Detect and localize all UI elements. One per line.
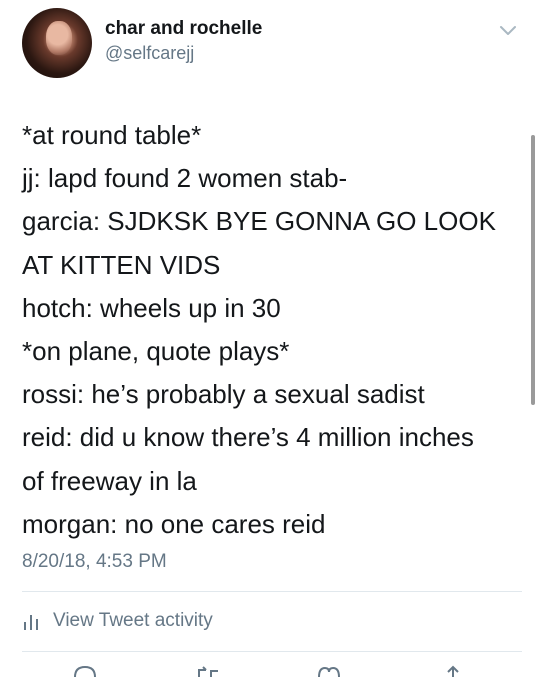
tweet-line: morgan: no one cares reid [22, 508, 326, 539]
tweet-timestamp[interactable]: 8/20/18, 4:53 PM [22, 551, 167, 573]
tweet-actions [0, 660, 540, 677]
bar-chart-icon [24, 615, 38, 630]
avatar-face [46, 21, 72, 55]
tweet-line: of freeway in la [22, 465, 197, 496]
tweet-line: *on plane, quote plays* [22, 336, 290, 367]
tweet-line: AT KITTEN VIDS [22, 249, 221, 280]
view-tweet-activity-label: View Tweet activity [53, 610, 213, 631]
scrollbar[interactable] [531, 135, 535, 405]
view-tweet-activity-link[interactable]: View Tweet activity [22, 607, 213, 635]
tweet-line: reid: did u know there’s 4 million inche… [22, 422, 474, 453]
tweet-line: garcia: SJDKSK BYE GONNA GO LOOK [22, 206, 496, 237]
author-handle[interactable]: @selfcarejj [105, 43, 194, 64]
tweet-text: *at round table* jj: lapd found 2 women … [22, 114, 527, 546]
author-name[interactable]: char and rochelle [105, 18, 262, 40]
tweet-header: char and rochelle @selfcarejj [0, 0, 540, 100]
divider [22, 591, 522, 592]
tweet-line: hotch: wheels up in 30 [22, 292, 281, 323]
chevron-down-icon[interactable] [498, 24, 518, 38]
tweet-line: rossi: he’s probably a sexual sadist [22, 379, 425, 410]
tweet-line: *at round table* [22, 120, 202, 150]
avatar[interactable] [22, 8, 92, 78]
divider [22, 651, 522, 652]
tweet-line: jj: lapd found 2 women stab- [22, 163, 348, 194]
